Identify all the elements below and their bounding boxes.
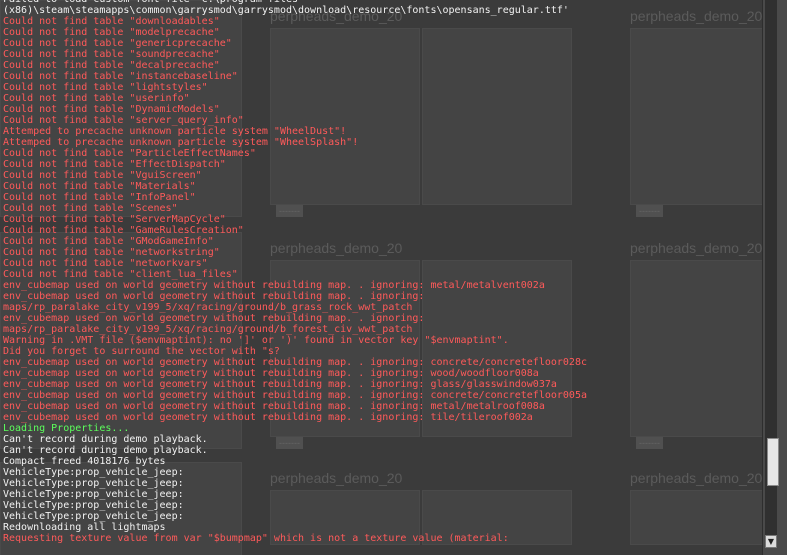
console-line: Redownloading all lightmaps [3, 522, 166, 533]
console-line: VehicleType:prop_vehicle_jeep: [3, 500, 184, 511]
console-line: Could not find table "client_lua_files" [3, 269, 238, 280]
console-line: Could not find table "server_query_info" [3, 115, 244, 126]
console-line: maps/rp_paralake_city_v199_5/xq/racing/g… [3, 324, 413, 335]
console-line: Could not find table "ParticleEffectName… [3, 148, 256, 159]
console-line: maps/rp_paralake_city_v199_5/xq/racing/g… [3, 302, 413, 313]
console-line: Could not find table "downloadables" [3, 16, 220, 27]
console-line: Could not find table "networkstring" [3, 247, 220, 258]
console-line: env_cubemap used on world geometry witho… [3, 379, 557, 390]
console-line: VehicleType:prop_vehicle_jeep: [3, 511, 184, 522]
console-line: Could not find table "lightstyles" [3, 82, 208, 93]
console-line: Could not find table "networkvars" [3, 258, 208, 269]
console-line: Could not find table "GameRulesCreation" [3, 225, 244, 236]
scroll-track[interactable] [765, 0, 779, 535]
console-line: (x86)\steam\steamapps\common\garrysmod\g… [3, 5, 569, 16]
console-line: Compact freed 4018176 bytes [3, 456, 166, 467]
console-output[interactable]: Failed to load custom font file 'c:\prog… [0, 0, 762, 555]
console-line: Could not find table "ServerMapCycle" [3, 214, 226, 225]
console-line: env_cubemap used on world geometry witho… [3, 401, 545, 412]
console-line: Can't record during demo playback. [3, 445, 208, 456]
console-line: env_cubemap used on world geometry witho… [3, 291, 425, 302]
console-line: Could not find table "Scenes" [3, 203, 178, 214]
console-line: Attemped to precache unknown particle sy… [3, 137, 359, 148]
console-line: env_cubemap used on world geometry witho… [3, 390, 587, 401]
console-line: VehicleType:prop_vehicle_jeep: [3, 489, 184, 500]
console-line: env_cubemap used on world geometry witho… [3, 313, 425, 324]
console-line: env_cubemap used on world geometry witho… [3, 357, 587, 368]
console-line: Could not find table "modelprecache" [3, 27, 220, 38]
scroll-down-button[interactable]: ▼ [765, 535, 777, 548]
console-line: Could not find table "EffectDispatch" [3, 159, 226, 170]
console-line: Could not find table "decalprecache" [3, 60, 220, 71]
console-line: Warning in .VMT file ($envmaptint): no '… [3, 335, 509, 346]
console-lines: Failed to load custom font file 'c:\prog… [3, 0, 587, 544]
scroll-thumb[interactable] [767, 438, 779, 486]
triangle-down-icon: ▼ [767, 537, 775, 546]
console-line: Could not find table "instancebaseline" [3, 71, 238, 82]
console-line: VehicleType:prop_vehicle_jeep: [3, 467, 184, 478]
console-line: Loading Properties... [3, 423, 130, 434]
console-line: Could not find table "VguiScreen" [3, 170, 202, 181]
console-line: Could not find table "InfoPanel" [3, 192, 196, 203]
console-line: env_cubemap used on world geometry witho… [3, 368, 539, 379]
console-line: Did you forget to surround the vector wi… [3, 346, 280, 357]
console-line: Could not find table "Materials" [3, 181, 196, 192]
console-line: Could not find table "genericprecache" [3, 38, 232, 49]
console-line: Can't record during demo playback. [3, 434, 208, 445]
console-line: env_cubemap used on world geometry witho… [3, 412, 533, 423]
console-line: Requesting texture value from var "$bump… [3, 533, 509, 544]
console-line: env_cubemap used on world geometry witho… [3, 280, 545, 291]
console-window: perpheads_demo_20 ------- perpheads_demo_2… [0, 0, 787, 555]
console-line: Could not find table "GModGameInfo" [3, 236, 214, 247]
console-line: Could not find table "DynamicModels" [3, 104, 220, 115]
console-line: Could not find table "soundprecache" [3, 49, 220, 60]
console-line: Could not find table "userinfo" [3, 93, 190, 104]
console-line: VehicleType:prop_vehicle_jeep: [3, 478, 184, 489]
console-line: Attemped to precache unknown particle sy… [3, 126, 347, 137]
scrollbar[interactable]: ▼ [762, 0, 787, 555]
